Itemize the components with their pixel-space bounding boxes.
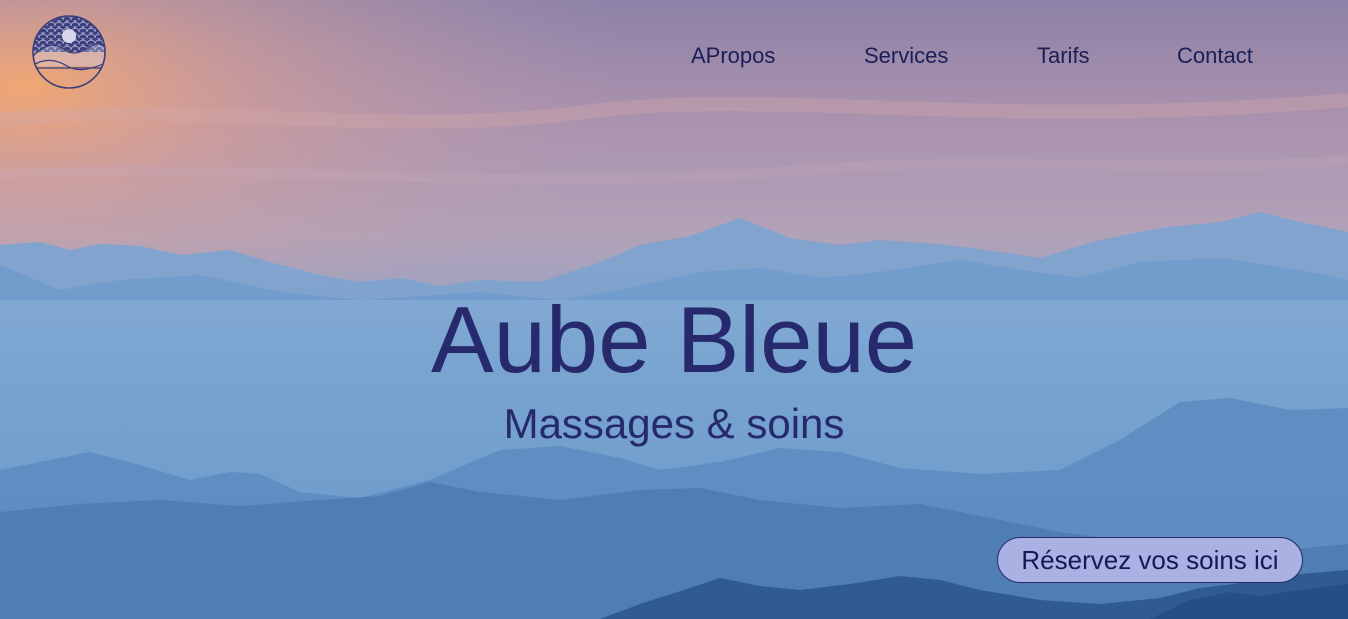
main-navigation: APropos Services Tarifs Contact: [0, 43, 1348, 73]
nav-link-services[interactable]: Services: [864, 43, 948, 69]
hero-section: APropos Services Tarifs Contact Aube Ble…: [0, 0, 1348, 619]
nav-link-tarifs[interactable]: Tarifs: [1037, 43, 1090, 69]
nav-link-apropos[interactable]: APropos: [691, 43, 775, 69]
hero-title: Aube Bleue: [430, 287, 918, 392]
nav-link-contact[interactable]: Contact: [1177, 43, 1253, 69]
book-treatment-button[interactable]: Réservez vos soins ici: [997, 537, 1303, 583]
hero-subtitle: Massages & soins: [503, 400, 845, 447]
